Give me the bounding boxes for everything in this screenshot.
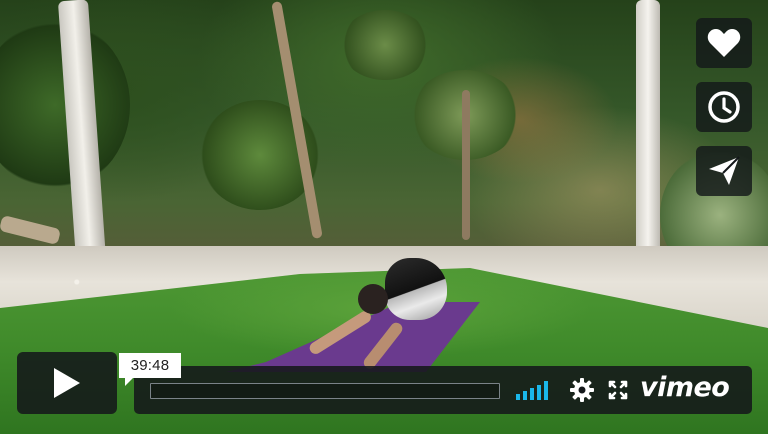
volume-level-bar (530, 388, 534, 400)
gear-icon[interactable] (570, 378, 594, 402)
tree-trunk (636, 0, 660, 272)
watch-later-button[interactable] (696, 82, 752, 132)
tree-trunk (462, 90, 470, 240)
palm-frond (340, 10, 430, 80)
like-button[interactable] (696, 18, 752, 68)
play-button[interactable] (17, 352, 117, 414)
clock-icon (708, 91, 740, 123)
paper-plane-icon (709, 156, 740, 185)
vimeo-logo[interactable]: vimeo (640, 372, 730, 403)
video-player[interactable]: vimeo 39:48 (0, 0, 768, 434)
volume-control[interactable] (516, 380, 554, 400)
volume-level-bar (537, 385, 541, 400)
head (358, 284, 388, 314)
heart-icon (707, 29, 741, 57)
yoga-practitioner (385, 258, 447, 320)
fullscreen-icon[interactable] (608, 380, 628, 400)
volume-level-bar (523, 391, 527, 400)
progress-bar[interactable] (150, 383, 500, 399)
control-bar: vimeo (134, 366, 752, 414)
volume-level-bar (544, 381, 548, 400)
share-button[interactable] (696, 146, 752, 196)
play-icon (54, 368, 80, 398)
timecode: 39:48 (119, 353, 181, 386)
volume-level-bar (516, 394, 520, 400)
